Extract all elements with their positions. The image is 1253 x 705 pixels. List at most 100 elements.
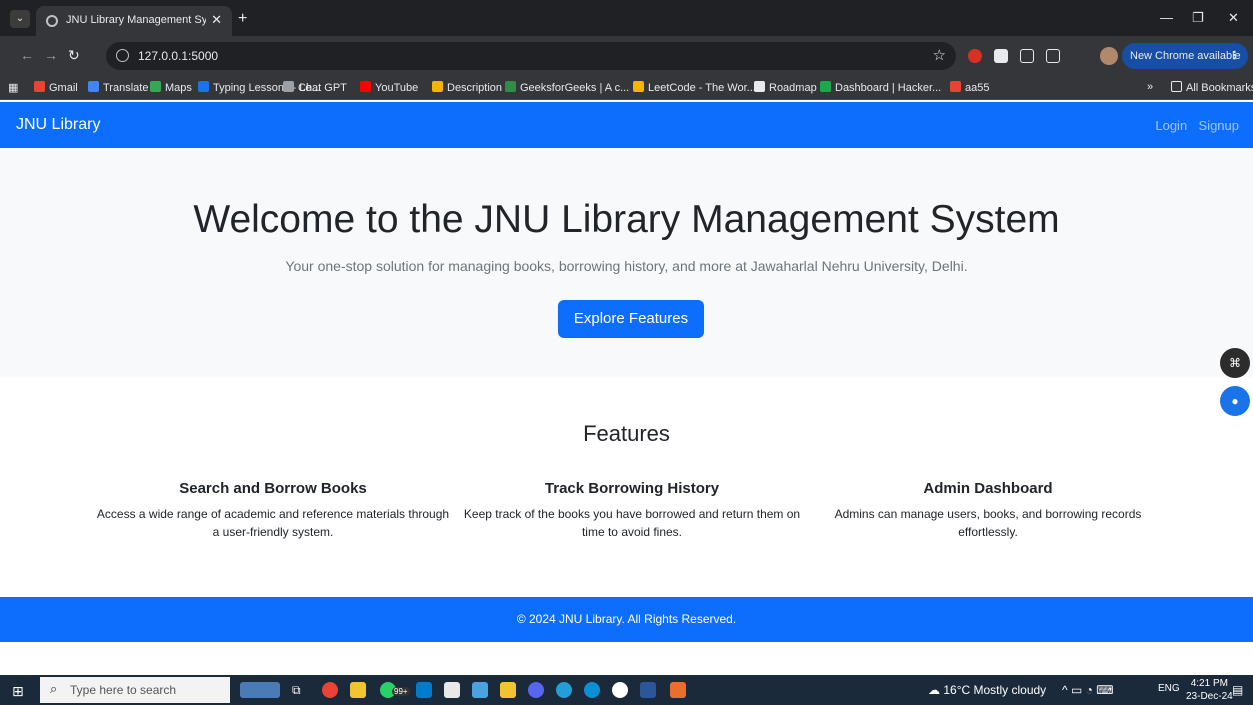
app-icon[interactable] — [472, 682, 488, 698]
file-explorer-icon[interactable] — [350, 682, 366, 698]
bookmark-item[interactable]: Description — [432, 81, 502, 94]
reload-icon[interactable]: ↻ — [68, 47, 80, 64]
maximize-icon[interactable]: ❐ — [1192, 10, 1204, 26]
all-bookmarks[interactable]: All Bookmarks — [1171, 81, 1253, 94]
apps-grid-icon[interactable]: ▦ — [8, 81, 18, 94]
bookmark-item[interactable]: GeeksforGeeks | A c... — [505, 81, 629, 94]
feature-card: Search and Borrow Books Access a wide ra… — [93, 480, 453, 541]
bookmark-label: GeeksforGeeks | A c... — [520, 82, 630, 94]
windows-taskbar: ⊞ ⌕ Type here to search ⧉ 99+ ☁ 16°C Mos… — [0, 675, 1253, 705]
bookmark-label: YouTube — [375, 82, 419, 94]
feature-title: Search and Borrow Books — [179, 480, 367, 497]
browser-tab[interactable]: JNU Library Management Syste ✕ — [36, 6, 232, 36]
feature-title: Admin Dashboard — [923, 480, 1053, 497]
bookmark-favicon-icon — [950, 81, 961, 92]
bookmark-item[interactable]: Chat GPT — [283, 81, 347, 94]
hero-section: Welcome to the JNU Library Management Sy… — [0, 148, 1253, 377]
vscode-icon[interactable] — [416, 682, 432, 698]
bookmark-favicon-icon — [360, 81, 371, 92]
bookmark-item[interactable]: Roadmap — [754, 81, 817, 94]
address-bar[interactable]: 127.0.0.1:5000 ☆ — [106, 42, 956, 70]
bookmark-favicon-icon — [820, 81, 831, 92]
browser-toolbar: ← → ↻ 127.0.0.1:5000 ☆ New Chrome availa… — [0, 36, 1253, 76]
explore-features-button[interactable]: Explore Features — [558, 300, 704, 338]
signup-link[interactable]: Signup — [1199, 118, 1239, 133]
taskbar-search[interactable]: ⌕ Type here to search — [40, 677, 230, 703]
bookmark-favicon-icon — [432, 81, 443, 92]
kebab-menu-icon[interactable]: ⋮ — [1229, 43, 1240, 69]
bookmark-label: Description — [447, 82, 503, 94]
windows-start-icon[interactable]: ⊞ — [12, 683, 24, 700]
bookmark-item[interactable]: Translate — [88, 81, 148, 94]
tab-search-chevron-icon[interactable]: ⌄ — [10, 10, 30, 28]
weather-widget[interactable]: ☁ 16°C Mostly cloudy — [928, 683, 1046, 697]
tray-icons[interactable]: ^ ▭ ◔ ⌨ — [1062, 683, 1114, 697]
notion-icon[interactable] — [1020, 49, 1034, 63]
bookmark-label: Roadmap — [769, 82, 817, 94]
features-heading: Features — [583, 421, 670, 446]
feature-desc: Access a wide range of academic and refe… — [96, 507, 450, 539]
floating-menu-icon[interactable]: ⌘ — [1220, 348, 1250, 378]
language-indicator[interactable]: ENG — [1158, 683, 1180, 694]
app-icon[interactable] — [670, 682, 686, 698]
bookmark-star-icon[interactable]: ☆ — [933, 46, 946, 64]
bookmark-favicon-icon — [633, 81, 644, 92]
window-close-icon[interactable]: ✕ — [1228, 10, 1239, 26]
clock-time: 4:21 PM — [1190, 678, 1228, 689]
url-text: 127.0.0.1:5000 — [138, 49, 219, 63]
bookmark-favicon-icon — [150, 81, 161, 92]
login-link[interactable]: Login — [1155, 118, 1187, 133]
bookmark-label: aa55 — [965, 82, 990, 94]
chat-assistant-icon[interactable]: ● — [1220, 386, 1250, 416]
telegram-icon[interactable] — [556, 682, 572, 698]
task-view-icon[interactable]: ⧉ — [292, 683, 301, 698]
update-label: New Chrome available — [1130, 50, 1241, 62]
bookmark-item[interactable]: LeetCode - The Wor... — [633, 81, 756, 94]
folder-icon — [1171, 81, 1182, 92]
bookmark-item[interactable]: Maps — [150, 81, 192, 94]
globe-icon — [46, 15, 58, 27]
bookmark-label: LeetCode - The Wor... — [648, 82, 756, 94]
word-icon[interactable] — [640, 682, 656, 698]
bookmark-label: Translate — [103, 82, 149, 94]
feature-desc: Admins can manage users, books, and borr… — [834, 507, 1142, 539]
hero-subtitle: Your one-stop solution for managing book… — [285, 258, 968, 274]
clock-date: 23-Dec-24 — [1186, 691, 1233, 702]
bookmark-favicon-icon — [198, 81, 209, 92]
back-icon[interactable]: ← — [20, 47, 34, 63]
extension-icon[interactable] — [994, 49, 1008, 63]
new-tab-button[interactable]: + — [238, 10, 247, 28]
site-info-icon[interactable] — [116, 49, 129, 62]
brand-link[interactable]: JNU Library — [16, 116, 100, 134]
bookmark-label: Dashboard | Hacker... — [835, 82, 942, 94]
profile-avatar[interactable] — [1100, 47, 1118, 65]
bookmarks-overflow-icon[interactable]: » — [1147, 81, 1153, 93]
minimize-icon[interactable]: — — [1160, 10, 1173, 25]
clock[interactable]: 4:21 PM 23-Dec-24 — [1186, 677, 1233, 703]
sticky-notes-icon[interactable] — [500, 682, 516, 698]
chrome-icon[interactable] — [322, 682, 338, 698]
edge-icon[interactable] — [584, 682, 600, 698]
bookmark-label: Gmail — [49, 82, 78, 94]
weather-text: 16°C Mostly cloudy — [943, 683, 1047, 697]
tab-close-icon[interactable]: ✕ — [211, 12, 222, 28]
app-icon[interactable] — [612, 682, 628, 698]
search-highlight-icon[interactable] — [240, 682, 280, 698]
cloud-icon: ☁ — [928, 683, 940, 697]
search-placeholder: Type here to search — [70, 683, 177, 697]
browser-tab-strip: ⌄ JNU Library Management Syste ✕ + — ❐ ✕ — [0, 0, 1253, 36]
bookmark-item[interactable]: Dashboard | Hacker... — [820, 81, 941, 94]
bookmark-favicon-icon — [283, 81, 294, 92]
bookmark-item[interactable]: YouTube — [360, 81, 418, 94]
bookmarks-bar: ▦ Gmail Translate Maps Typing Lessons - Le.… — [0, 76, 1253, 100]
store-icon[interactable] — [444, 682, 460, 698]
extensions-puzzle-icon[interactable] — [1046, 49, 1060, 63]
new-chrome-available-button[interactable]: New Chrome available ⋮ — [1122, 43, 1248, 69]
notifications-icon[interactable]: ▤ — [1232, 683, 1243, 697]
discord-icon[interactable] — [528, 682, 544, 698]
feature-desc: Keep track of the books you have borrowe… — [463, 507, 801, 539]
bookmark-item[interactable]: aa55 — [950, 81, 989, 94]
bookmark-item[interactable]: Gmail — [34, 81, 78, 94]
forward-icon[interactable]: → — [44, 47, 58, 63]
extension-icon[interactable] — [968, 49, 982, 63]
